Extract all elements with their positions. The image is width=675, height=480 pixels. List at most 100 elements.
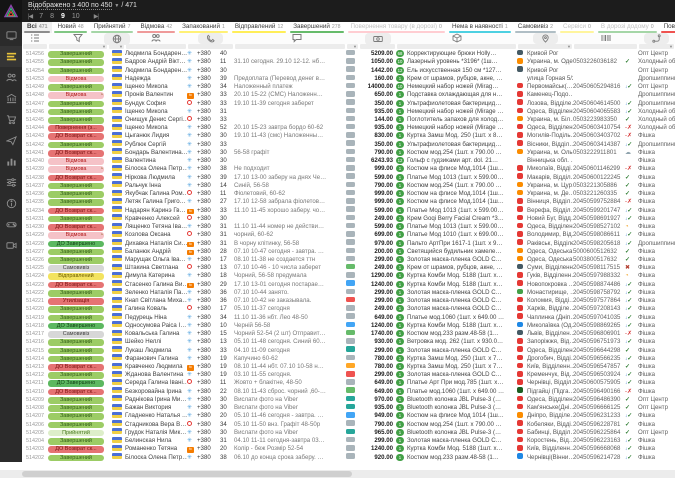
tracking-number[interactable]: 20450598117515: [573, 264, 625, 272]
tracking-number[interactable]: 20450596503924: [573, 371, 625, 379]
tracking-number[interactable]: 20450596806901: [573, 330, 625, 338]
tracking-number[interactable]: 20450598205618: [573, 240, 625, 248]
order-total: 249.00: [359, 215, 396, 223]
sales-channel: Дропшиппинг: [638, 100, 675, 108]
tracking-number[interactable]: 20450596490166: [573, 388, 625, 396]
tracking-number[interactable]: 0503221260335: [573, 190, 625, 198]
carrier-icon: [517, 322, 523, 328]
col-header-channel[interactable]: [638, 34, 675, 44]
manager-comment: Вислати фото на Viber: [234, 396, 346, 404]
tracking-number[interactable]: 20450604614500: [573, 100, 625, 108]
tracking-number[interactable]: 20450597988332: [573, 272, 625, 280]
tracking-number[interactable]: 20450596751973: [573, 338, 625, 346]
quantity-badge: 1: [396, 182, 404, 189]
tracking-number[interactable]: 20450596486390: [573, 396, 625, 404]
carrier-icon: [517, 58, 523, 64]
results-range[interactable]: Відображено з 400 по 450▼/ 471: [28, 2, 137, 9]
tracking-number[interactable]: 20450598874486: [573, 281, 625, 289]
tracking-number[interactable]: 20450596225864: [573, 429, 625, 437]
tracking-number[interactable]: 20450605294816: [573, 83, 625, 91]
col-header-country[interactable]: [108, 34, 125, 44]
col-header-product[interactable]: [396, 34, 517, 44]
tracking-number[interactable]: 20450604065583: [573, 108, 625, 116]
status-tab[interactable]: Відправлений12: [230, 22, 288, 33]
sidebar-item-video[interactable]: [0, 235, 22, 256]
col-header-ttn[interactable]: [573, 34, 638, 44]
tracking-number[interactable]: 20450596214728: [573, 454, 625, 462]
tracking-number[interactable]: 20450596668068: [573, 445, 625, 453]
tracking-number[interactable]: 20450597041035: [573, 314, 625, 322]
sidebar-item-info[interactable]: [0, 193, 22, 214]
tracking-number[interactable]: 20450596566235: [573, 355, 625, 363]
col-header-comment[interactable]: [234, 34, 359, 44]
tracking-number[interactable]: 20450600122245: [573, 174, 625, 182]
source-cell: [187, 412, 197, 420]
tracking-number[interactable]: 20450603410754: [573, 124, 625, 132]
status-tab[interactable]: Запакований1: [177, 22, 230, 33]
tracking-number[interactable]: 20450596231233: [573, 412, 625, 420]
tracking-number[interactable]: 20450597577864: [573, 297, 625, 305]
delivery-city: Украина, м. Оде…: [527, 58, 573, 66]
sidebar-item-stats[interactable]: [0, 151, 22, 172]
status-tab[interactable]: Самовивіз2: [513, 22, 558, 33]
carrier-icon: [517, 99, 523, 105]
tracking-number[interactable]: 0503221305886: [573, 182, 625, 190]
status-tab[interactable]: Прийнятий7: [89, 22, 136, 33]
last-page-icon[interactable]: ▶|: [94, 13, 98, 20]
col-header-status[interactable]: [48, 34, 108, 44]
sidebar-item-clients[interactable]: [0, 67, 22, 88]
tracking-number[interactable]: 20450596223163: [573, 437, 625, 445]
tracking-number[interactable]: 20450596666125: [573, 404, 625, 412]
tracking-number[interactable]: 20450599201747: [573, 207, 625, 215]
scrollbar-thumb[interactable]: [22, 471, 352, 477]
tracking-number[interactable]: 20450596547857: [573, 363, 625, 371]
tracking-number[interactable]: 20450603414387: [573, 141, 625, 149]
tracking-number[interactable]: 0503226036182: [573, 58, 625, 66]
tracking-number[interactable]: 20450596644298: [573, 347, 625, 355]
status-tab[interactable]: Новий48: [52, 22, 88, 33]
app-logo[interactable]: [0, 0, 22, 22]
col-header-phone[interactable]: [187, 34, 234, 44]
carrier-cell: [517, 371, 527, 380]
sidebar-item-settings[interactable]: [0, 172, 22, 193]
tracking-number[interactable]: 5000600512632: [573, 248, 625, 256]
col-header-payment[interactable]: [359, 34, 396, 44]
tracking-number[interactable]: 20450596228781: [573, 421, 625, 429]
status-tab[interactable]: Повернення (товар)0: [659, 22, 675, 33]
status-tab[interactable]: Повернення товару (в дорозі)0: [346, 22, 447, 33]
page-number[interactable]: 10: [72, 13, 80, 20]
page-number[interactable]: 8: [50, 13, 54, 20]
tracking-number[interactable]: 0503223983350: [573, 116, 625, 124]
sidebar-item-games[interactable]: [0, 214, 22, 235]
tracking-number[interactable]: 20450601146299: [573, 165, 625, 173]
order-id: 514235: [22, 198, 48, 206]
tracking-number[interactable]: 20450598086611: [573, 231, 625, 239]
attachment-icon: [346, 206, 355, 212]
page-number[interactable]: 9: [61, 13, 65, 20]
page-number[interactable]: 7: [39, 13, 43, 20]
sidebar-item-shipping[interactable]: [0, 130, 22, 151]
tracking-number[interactable]: 20450598691927: [573, 215, 625, 223]
first-page-icon[interactable]: |◀: [28, 13, 32, 20]
status-tab[interactable]: Сервіси0: [558, 22, 596, 33]
col-header-client[interactable]: [125, 34, 187, 44]
sidebar-item-finance[interactable]: [0, 88, 22, 109]
sidebar-item-products[interactable]: [0, 109, 22, 130]
tracking-number[interactable]: 20450598869265: [573, 322, 625, 330]
tracking-number[interactable]: 20450598758792: [573, 289, 625, 297]
col-header-id[interactable]: [22, 34, 48, 44]
tracking-number[interactable]: 20450598527102: [573, 223, 625, 231]
attachment-cell: [346, 313, 359, 322]
tracking-number[interactable]: 20450603403702: [573, 132, 625, 140]
tracking-number[interactable]: 20450597208143: [573, 305, 625, 313]
attachment-cell: [346, 297, 359, 306]
tracking-number[interactable]: 20450599752884: [573, 198, 625, 206]
sidebar-item-orders[interactable]: [0, 46, 22, 67]
range-label[interactable]: Відображено з 400 по 450: [28, 2, 112, 10]
tracking-number[interactable]: 5003800517632: [573, 256, 625, 264]
tracking-number[interactable]: 0503222911801: [573, 149, 625, 157]
col-header-city[interactable]: [517, 34, 573, 44]
sidebar-item-dashboard[interactable]: [0, 25, 22, 46]
order-row[interactable]: 514202 Завершений◔ Білоска Олена Петр… +…: [22, 453, 675, 461]
tracking-number[interactable]: 20450600575905: [573, 379, 625, 387]
